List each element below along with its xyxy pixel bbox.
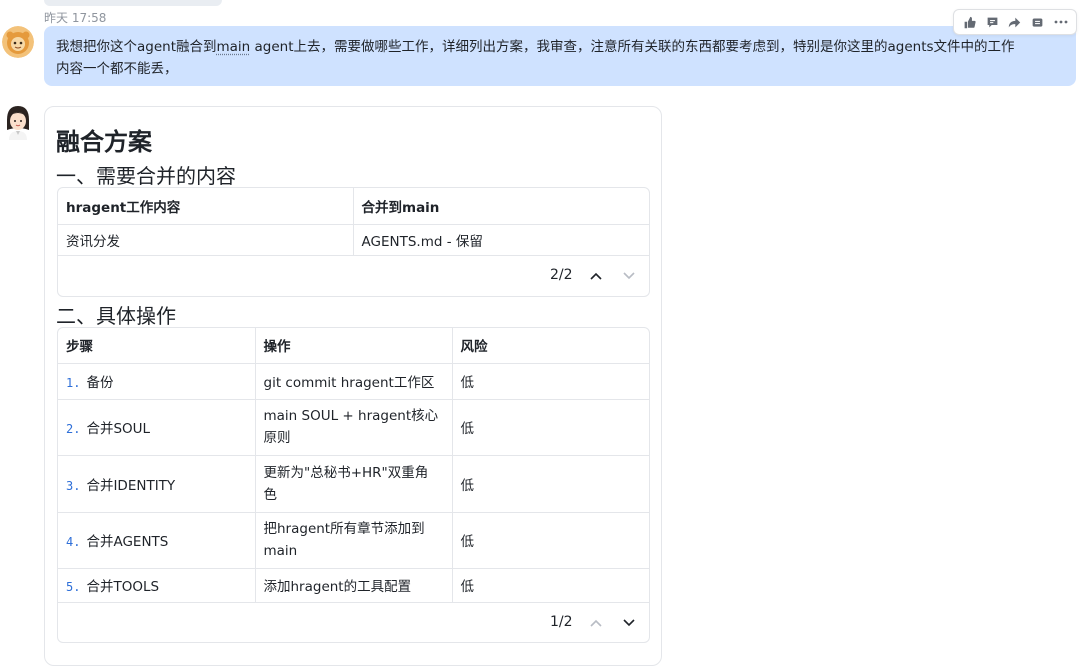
previous-message-fragment <box>44 0 222 6</box>
table-cell: 更新为"总秘书+HR"双重角色 <box>255 455 453 513</box>
message-timestamp: 昨天 17:58 <box>44 11 107 25</box>
table-row: 资讯分发 AGENTS.md - 保留 <box>58 224 649 256</box>
table-cell: 资讯分发 <box>58 224 354 256</box>
section-heading: 二、具体操作 <box>56 304 176 328</box>
table-cell: 低 <box>452 399 649 456</box>
operation-text: main <box>263 543 298 559</box>
chevron-down-icon[interactable] <box>619 613 639 633</box>
operations-table: 步骤 操作 风险 1. 备份 git commit hragent工作区 低 2.… <box>57 327 650 643</box>
table-cell: git commit hragent工作区 <box>255 363 453 400</box>
step-number: 2. <box>66 422 81 436</box>
quote-icon[interactable] <box>1029 13 1047 31</box>
table-cell: 1. 备份 <box>58 363 256 400</box>
reply-title: 融合方案 <box>56 128 152 156</box>
chevron-down-icon[interactable] <box>619 266 639 286</box>
step-label: 合并IDENTITY <box>86 477 176 494</box>
step-label: 备份 <box>86 375 114 391</box>
section-heading: 一、需要合并的内容 <box>56 164 236 188</box>
chevron-up-icon[interactable] <box>586 613 606 633</box>
mention-link[interactable]: main <box>217 39 251 55</box>
table-cell: 3. 合并IDENTITY <box>58 455 256 513</box>
message-action-toolbar <box>953 9 1077 35</box>
operation-text: main SOUL + hragent核心 <box>263 408 439 424</box>
table-cell: 低 <box>452 568 649 603</box>
comment-icon[interactable] <box>983 13 1001 31</box>
step-number: 5. <box>66 580 81 594</box>
step-label: 合并TOOLS <box>86 579 160 595</box>
table-pager: 2/2 <box>58 256 649 296</box>
table-cell: 2. 合并SOUL <box>58 399 256 456</box>
table-header: 步骤 <box>58 328 256 364</box>
more-icon[interactable] <box>1052 13 1070 31</box>
step-label: 合并AGENTS <box>86 534 169 550</box>
operation-text: 把hragent所有章节添加到 <box>263 521 425 537</box>
table-cell: 把hragent所有章节添加到 main <box>255 512 453 569</box>
table-header: hragent工作内容 <box>58 188 354 225</box>
table-header: 合并到main <box>353 188 649 225</box>
user-message-text: 内容一个都不能丢， <box>56 61 178 77</box>
user-message-text: agent上去，需要做哪些工作，详细列出方案，我审查，注意所有关联的东西都要考虑… <box>250 39 1015 55</box>
table-cell: 低 <box>452 455 649 513</box>
step-number: 1. <box>66 376 81 390</box>
table-row: 3. 合并IDENTITY 更新为"总秘书+HR"双重角色 低 <box>58 455 649 513</box>
table-cell: main SOUL + hragent核心 原则 <box>255 399 453 456</box>
chevron-up-icon[interactable] <box>586 266 606 286</box>
bot-avatar[interactable] <box>3 104 33 140</box>
table-row: 4. 合并AGENTS 把hragent所有章节添加到 main 低 <box>58 512 649 569</box>
table-cell: 低 <box>452 363 649 400</box>
table-header: 操作 <box>255 328 453 364</box>
user-message-bubble: 我想把你这个agent融合到main agent上去，需要做哪些工作，详细列出方… <box>44 26 1076 86</box>
merge-content-table: hragent工作内容 合并到main 资讯分发 AGENTS.md - 保留 … <box>57 187 650 297</box>
operation-text: 原则 <box>263 430 291 446</box>
step-label: 合并SOUL <box>86 421 151 437</box>
table-cell: 5. 合并TOOLS <box>58 568 256 603</box>
forward-icon[interactable] <box>1006 13 1024 31</box>
table-header: 风险 <box>452 328 649 364</box>
step-number: 4. <box>66 535 81 549</box>
operation-text: 色 <box>263 486 278 503</box>
operation-text: 更新为"总秘书+HR"双重角 <box>263 464 429 481</box>
thumbs-up-icon[interactable] <box>960 13 978 31</box>
user-message-text: 我想把你这个agent融合到 <box>56 39 217 55</box>
table-cell: 低 <box>452 512 649 569</box>
page-indicator: 1/2 <box>550 613 573 630</box>
user-avatar[interactable] <box>2 26 34 58</box>
table-pager: 1/2 <box>58 603 649 643</box>
step-number: 3. <box>66 478 81 493</box>
table-cell: 4. 合并AGENTS <box>58 512 256 569</box>
table-row: 5. 合并TOOLS 添加hragent的工具配置 低 <box>58 568 649 603</box>
page-indicator: 2/2 <box>550 266 573 283</box>
table-cell: AGENTS.md - 保留 <box>353 224 649 256</box>
table-row: 1. 备份 git commit hragent工作区 低 <box>58 363 649 400</box>
table-cell: 添加hragent的工具配置 <box>255 568 453 603</box>
table-row: 2. 合并SOUL main SOUL + hragent核心 原则 低 <box>58 399 649 456</box>
